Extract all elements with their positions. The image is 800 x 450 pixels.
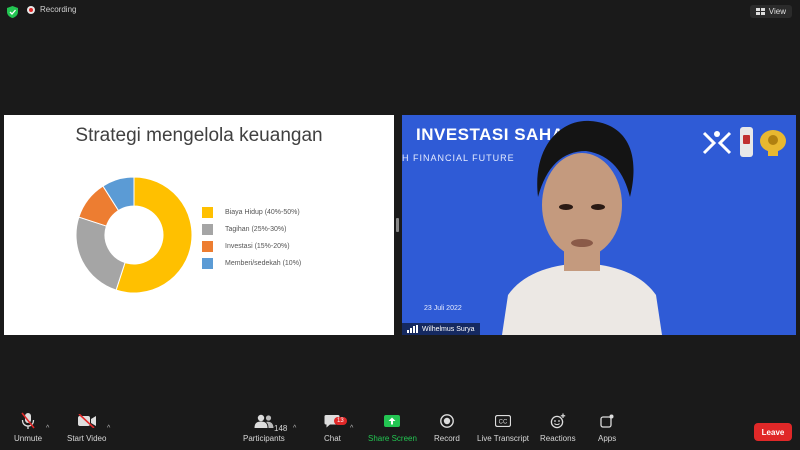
shared-screen[interactable]: Strategi mengelola keuangan Biaya Hidup … xyxy=(4,115,394,335)
donut-slice xyxy=(75,216,126,291)
chat-label: Chat xyxy=(324,434,341,443)
participant-video[interactable]: INVESTASI SAHAM H FINANCIAL FUTURE 23 Ju… xyxy=(402,115,796,335)
legend-label: Investasi (15%-20%) xyxy=(225,243,290,250)
meeting-controls: Unmute ^ Start Video ^ Participants 148 … xyxy=(0,410,800,450)
legend-item: Memberi/sedekah (10%) xyxy=(202,255,301,272)
chart-legend: Biaya Hidup (40%-50%) Tagihan (25%-30%) In… xyxy=(202,204,301,272)
event-logo-icon xyxy=(702,131,732,155)
signal-strength-icon xyxy=(407,325,418,333)
slide-title: Strategi mengelola keuangan xyxy=(75,125,323,146)
smiley-plus-icon xyxy=(550,413,565,429)
reactions-button[interactable]: Reactions xyxy=(540,410,576,443)
legend-swatch xyxy=(202,224,213,235)
share-screen-icon xyxy=(384,415,401,427)
recording-indicator[interactable]: Recording xyxy=(27,5,76,14)
share-screen-label: Share Screen xyxy=(368,434,417,443)
legend-item: Investasi (15%-20%) xyxy=(202,238,301,255)
participants-icon xyxy=(254,414,274,428)
donut-chart xyxy=(75,176,193,294)
share-screen-button[interactable]: Share Screen xyxy=(368,410,417,443)
muted-microphone-icon xyxy=(21,412,35,429)
start-video-button[interactable]: Start Video xyxy=(67,410,106,443)
video-banner-date: 23 Juli 2022 xyxy=(424,305,462,312)
participants-count: 148 xyxy=(274,424,288,433)
view-label: View xyxy=(768,7,786,16)
svg-text:CC: CC xyxy=(499,420,508,426)
university-logo-icon xyxy=(740,127,753,157)
garuda-emblem-icon xyxy=(760,130,786,156)
shield-check-icon[interactable] xyxy=(7,6,18,18)
participant-person xyxy=(502,120,662,335)
unmute-button[interactable]: Unmute xyxy=(14,410,42,443)
closed-caption-icon: CC xyxy=(495,415,512,427)
recording-label: Recording xyxy=(40,5,77,14)
record-icon xyxy=(439,414,454,428)
participants-options-chevron-up-icon[interactable]: ^ xyxy=(293,425,296,432)
legend-item: Tagihan (25%-30%) xyxy=(202,221,301,238)
chat-options-chevron-up-icon[interactable]: ^ xyxy=(350,425,353,432)
legend-label: Memberi/sedekah (10%) xyxy=(225,260,302,267)
meeting-top-bar: Recording View xyxy=(0,0,800,24)
view-button[interactable]: View xyxy=(749,5,792,18)
start-video-label: Start Video xyxy=(67,434,107,443)
grid-view-icon xyxy=(755,8,765,15)
legend-swatch xyxy=(202,258,213,269)
video-options-chevron-up-icon[interactable]: ^ xyxy=(107,425,110,432)
apps-label: Apps xyxy=(598,434,617,443)
reactions-label: Reactions xyxy=(540,434,576,443)
live-transcript-label: Live Transcript xyxy=(477,434,530,443)
leave-button[interactable]: Leave xyxy=(754,423,792,441)
participants-label: Participants xyxy=(243,434,285,443)
split-view-handle[interactable] xyxy=(396,218,399,232)
legend-label: Biaya Hidup (40%-50%) xyxy=(225,209,300,216)
chat-button[interactable]: Chat xyxy=(324,410,341,443)
legend-swatch xyxy=(202,207,213,218)
unmute-label: Unmute xyxy=(14,434,43,443)
audio-options-chevron-up-icon[interactable]: ^ xyxy=(46,425,49,432)
live-transcript-button[interactable]: CC Live Transcript xyxy=(477,410,529,443)
participant-name: Wilhelmus Surya xyxy=(422,325,475,333)
participant-name-tag: Wilhelmus Surya xyxy=(402,323,480,335)
chat-unread-badge: 13 xyxy=(334,417,347,425)
record-icon xyxy=(27,5,35,14)
record-label: Record xyxy=(434,434,460,443)
video-banner-subtitle: H FINANCIAL FUTURE xyxy=(402,153,515,163)
apps-button[interactable]: Apps xyxy=(598,410,616,443)
legend-swatch xyxy=(202,241,213,252)
legend-item: Biaya Hidup (40%-50%) xyxy=(202,204,301,221)
video-off-icon xyxy=(77,414,96,428)
legend-label: Tagihan (25%-30%) xyxy=(225,226,287,233)
apps-icon xyxy=(600,414,614,428)
record-button[interactable]: Record xyxy=(434,410,460,443)
